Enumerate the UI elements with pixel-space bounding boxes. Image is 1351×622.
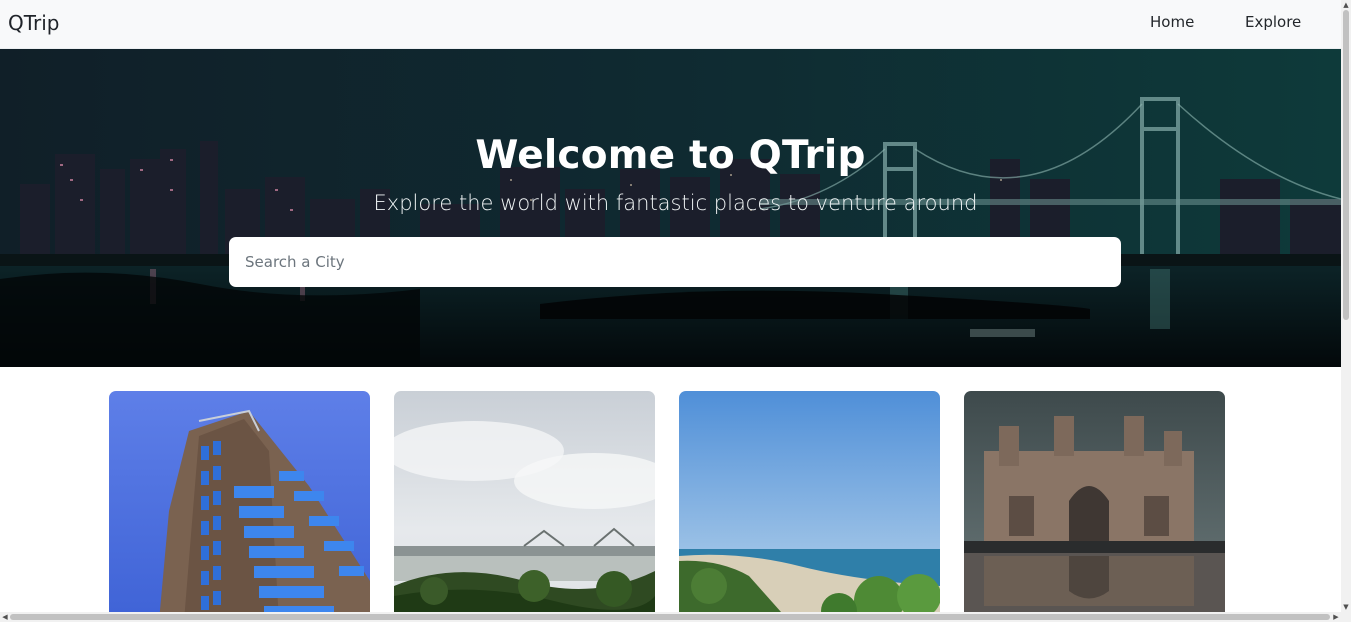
river-bridge-image: [394, 391, 655, 621]
city-card[interactable]: [394, 391, 655, 621]
hero-banner: Welcome to QTrip Explore the world with …: [0, 49, 1341, 367]
glass-tower-image: [109, 391, 370, 621]
city-card[interactable]: [964, 391, 1225, 621]
scroll-left-arrow-icon[interactable]: ◀: [0, 612, 10, 622]
hero-subtitle: Explore the world with fantastic places …: [373, 191, 978, 215]
scroll-right-arrow-icon[interactable]: ▶: [1331, 612, 1341, 622]
scroll-up-arrow-icon[interactable]: ▲: [1341, 0, 1351, 10]
city-card[interactable]: [679, 391, 940, 621]
nav-link-home[interactable]: Home: [1150, 13, 1194, 31]
city-search-input[interactable]: [229, 237, 1121, 287]
hero-title: Welcome to QTrip: [475, 133, 866, 178]
vertical-scrollbar-thumb[interactable]: [1343, 10, 1349, 320]
city-card[interactable]: [109, 391, 370, 621]
gateway-monument-image: [964, 391, 1225, 621]
qtrip-page: QTrip Home Explore Welcome to QTrip Expl…: [0, 0, 1351, 622]
horizontal-scrollbar[interactable]: ◀ ▶: [0, 612, 1351, 622]
horizontal-scrollbar-thumb[interactable]: [10, 614, 1330, 620]
vertical-scrollbar[interactable]: ▲ ▼: [1341, 0, 1351, 612]
top-navbar: QTrip Home Explore: [0, 0, 1341, 49]
beach-coast-image: [679, 391, 940, 621]
nav-link-explore[interactable]: Explore: [1245, 13, 1301, 31]
scroll-down-arrow-icon[interactable]: ▼: [1341, 602, 1351, 612]
brand-logo[interactable]: QTrip: [8, 11, 60, 35]
